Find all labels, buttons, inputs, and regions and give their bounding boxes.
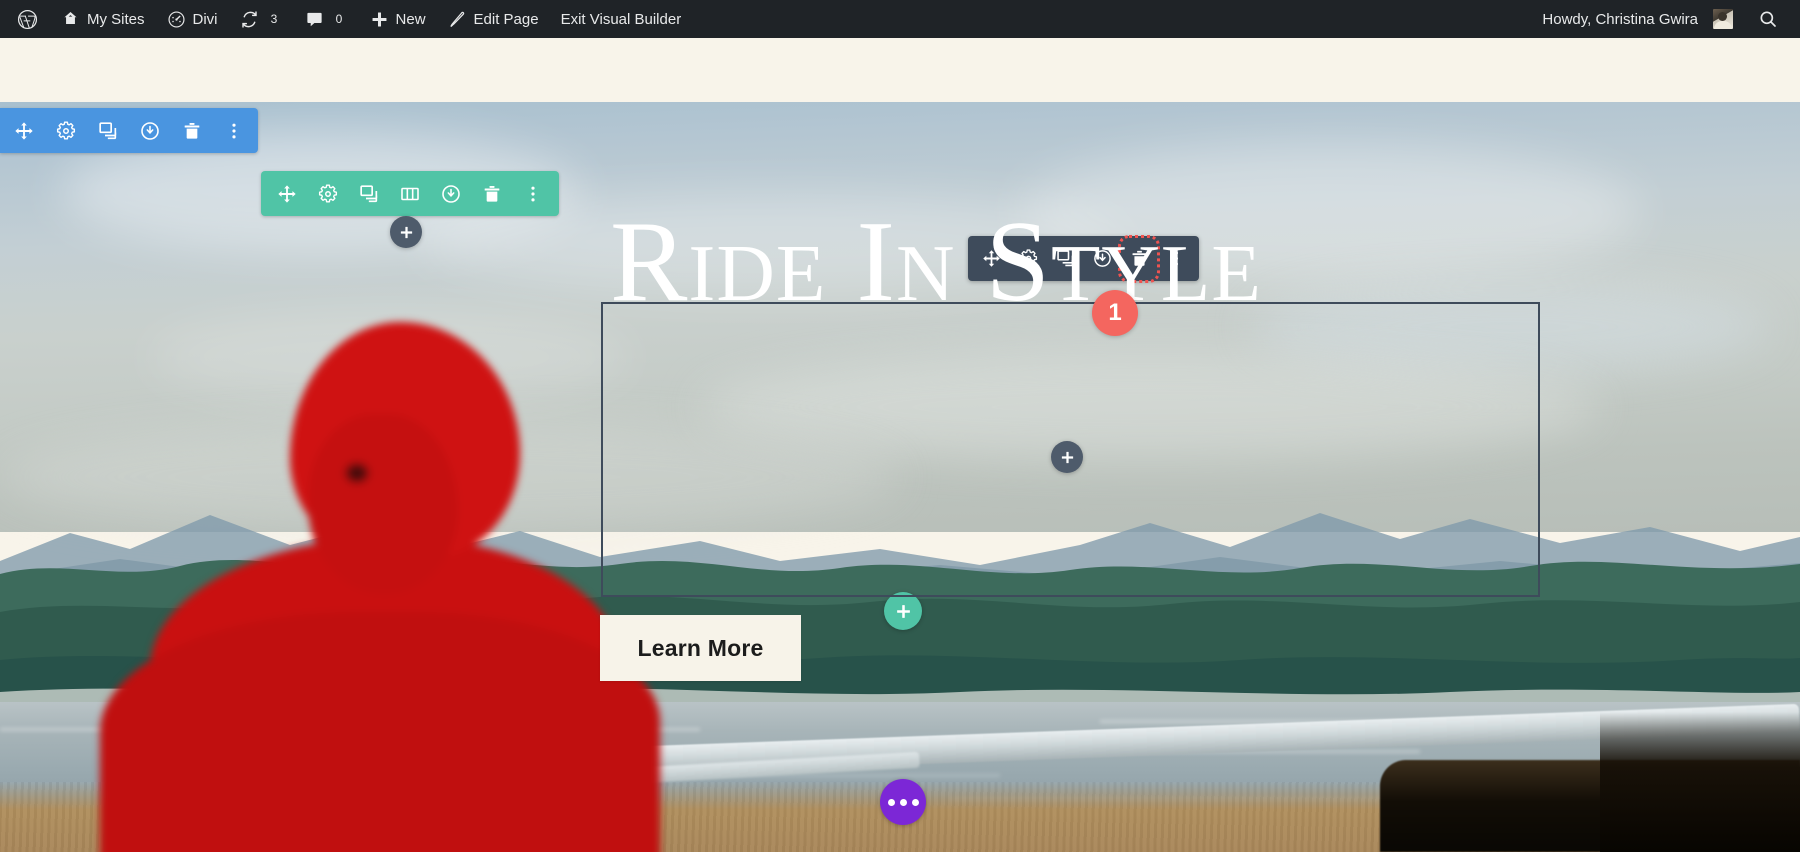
admin-bar-left-group: My Sites Divi bbox=[0, 0, 692, 38]
sites-icon bbox=[61, 10, 80, 29]
module-selection-outline bbox=[601, 302, 1540, 597]
comment-icon bbox=[305, 10, 324, 29]
step-badge: 1 bbox=[1092, 290, 1138, 336]
updates-count: 3 bbox=[266, 11, 283, 28]
search-icon bbox=[1758, 9, 1778, 29]
admin-bar-label-my-sites: My Sites bbox=[87, 11, 145, 28]
hero-section[interactable]: Ride In Style Learn More bbox=[0, 102, 1800, 852]
wordpress-logo-menu[interactable] bbox=[8, 0, 50, 38]
admin-bar-label-exit-visual-builder: Exit Visual Builder bbox=[561, 11, 682, 28]
wp-admin-bar: My Sites Divi bbox=[0, 0, 1800, 38]
divi-icon bbox=[167, 10, 186, 29]
admin-bar-search-button[interactable] bbox=[1744, 0, 1788, 38]
page-top-spacer bbox=[0, 38, 1800, 102]
avatar bbox=[1713, 9, 1733, 29]
admin-bar-item-my-sites[interactable]: My Sites bbox=[50, 0, 156, 38]
admin-bar-right-group: Howdy, Christina Gwira bbox=[1531, 0, 1800, 38]
updates-icon bbox=[240, 10, 259, 29]
divi-builder-overlay bbox=[0, 102, 1800, 852]
admin-bar-item-updates[interactable]: 3 bbox=[229, 0, 294, 38]
admin-bar-label-edit-page: Edit Page bbox=[474, 11, 539, 28]
pencil-icon bbox=[448, 10, 467, 29]
comments-count: 0 bbox=[331, 11, 348, 28]
admin-bar-item-edit-page[interactable]: Edit Page bbox=[437, 0, 550, 38]
admin-bar-label-new: New bbox=[396, 11, 426, 28]
admin-bar-item-comments[interactable]: 0 bbox=[294, 0, 359, 38]
howdy-label: Howdy, Christina Gwira bbox=[1542, 11, 1698, 28]
plus-icon bbox=[370, 10, 389, 29]
admin-bar-label-divi: Divi bbox=[193, 11, 218, 28]
admin-bar-item-new[interactable]: New bbox=[359, 0, 437, 38]
wordpress-icon bbox=[17, 9, 38, 30]
admin-bar-my-account[interactable]: Howdy, Christina Gwira bbox=[1531, 0, 1744, 38]
admin-bar-item-exit-visual-builder[interactable]: Exit Visual Builder bbox=[550, 0, 693, 38]
admin-bar-item-divi[interactable]: Divi bbox=[156, 0, 229, 38]
